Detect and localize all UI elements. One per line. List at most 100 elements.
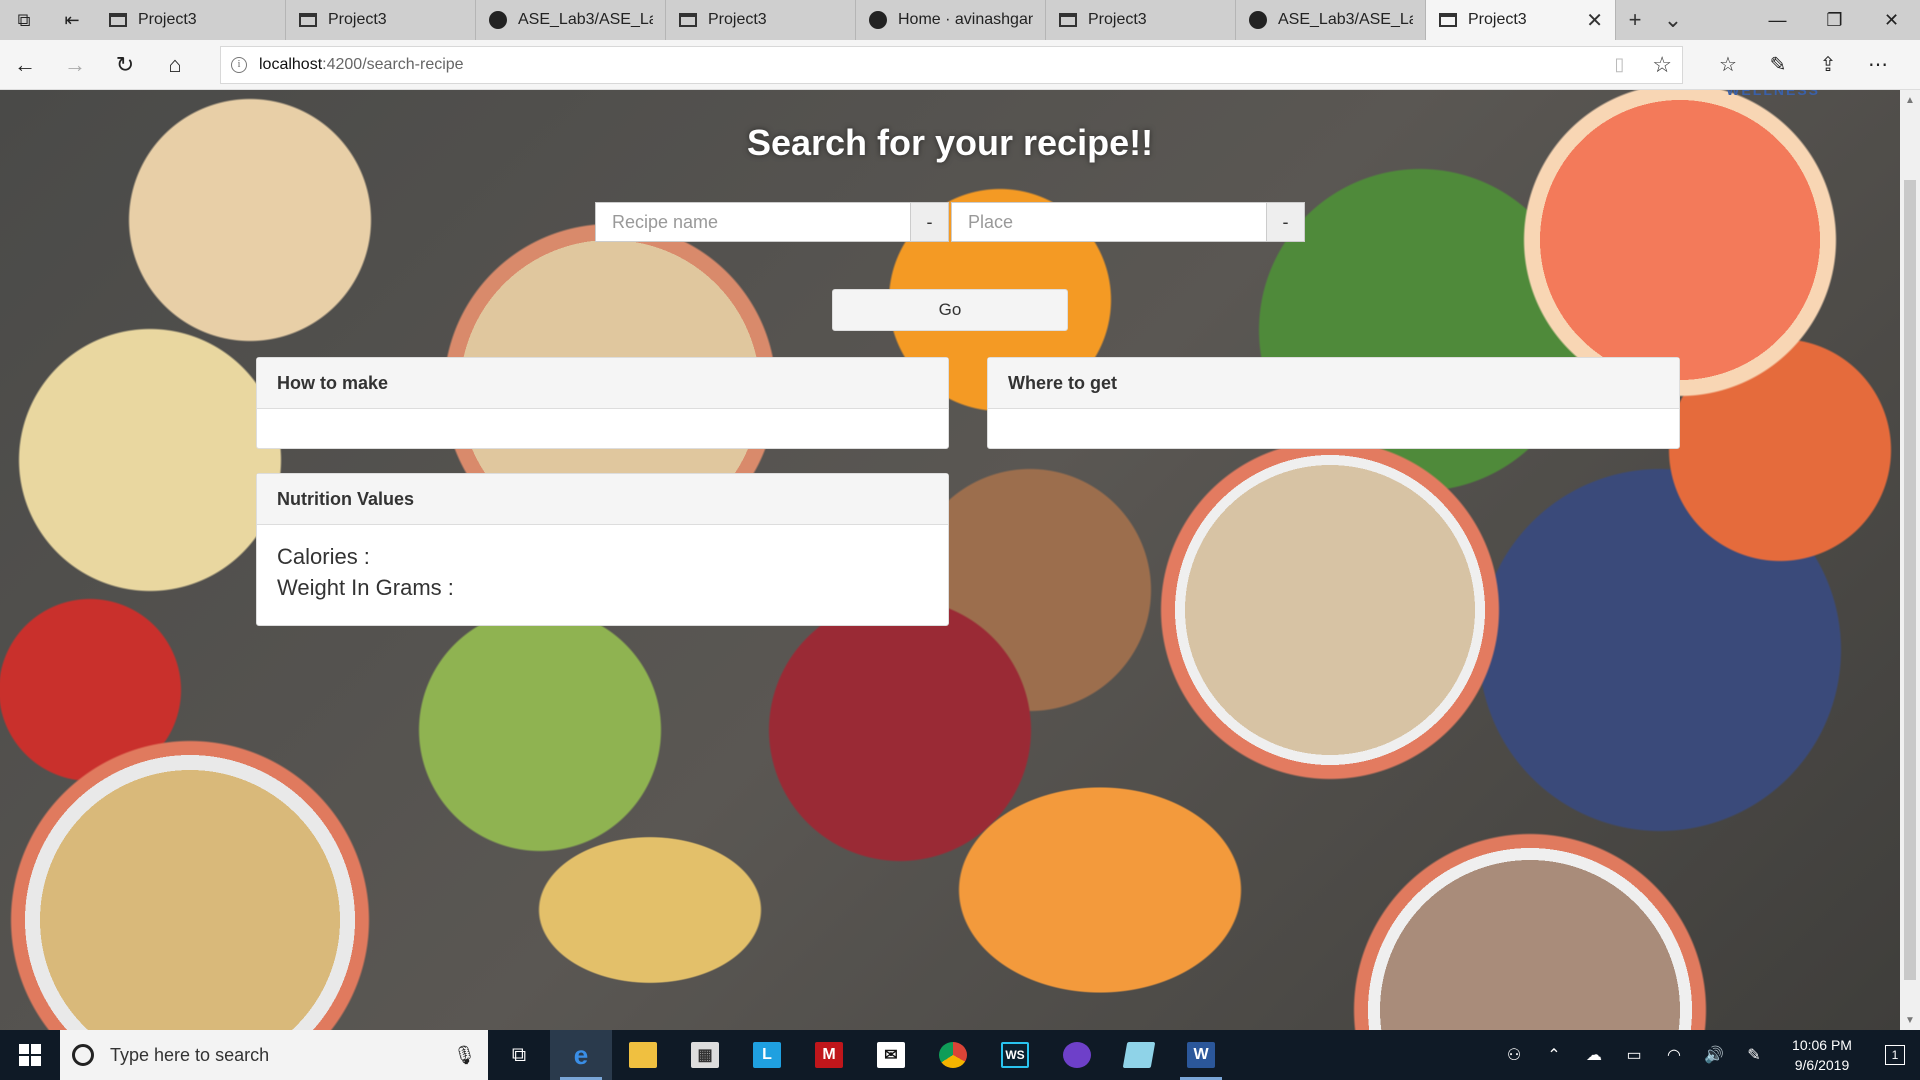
back-arrow-icon[interactable]: ←: [0, 40, 50, 90]
recipe-search-group: -: [595, 202, 949, 242]
battery-icon[interactable]: ▭: [1614, 1045, 1654, 1065]
browser-tab[interactable]: Project3: [666, 0, 856, 40]
new-tab-icon[interactable]: +: [1616, 0, 1654, 40]
tab-label: Project3: [1088, 11, 1147, 28]
notes-app-icon[interactable]: [1108, 1030, 1170, 1080]
mcafee-icon[interactable]: M: [798, 1030, 860, 1080]
nutrition-panel: Nutrition Values Calories : Weight In Gr…: [256, 473, 949, 626]
store-icon[interactable]: ▦: [674, 1030, 736, 1080]
panel-heading: How to make: [257, 358, 948, 409]
pen-ink-icon[interactable]: ✎: [1734, 1045, 1774, 1065]
how-to-make-panel: How to make: [256, 357, 949, 449]
site-info-icon[interactable]: i: [231, 56, 247, 73]
onedrive-cloud-icon[interactable]: ☁: [1574, 1045, 1614, 1065]
windows-taskbar: Type here to search 🎙 ⧉ e ▦ L M ✉ WS W ⚇…: [0, 1030, 1920, 1080]
scroll-thumb[interactable]: [1904, 180, 1916, 980]
tab-label: ASE_Lab3/ASE_Lab3: [1278, 11, 1413, 28]
people-icon[interactable]: ⚇: [1494, 1045, 1534, 1065]
browser-tab[interactable]: ASE_Lab3/ASE_Lab3: [476, 0, 666, 40]
browser-tab[interactable]: ASE_Lab3/ASE_Lab3: [1236, 0, 1426, 40]
refresh-icon[interactable]: ↻: [100, 40, 150, 90]
url-host: localhost: [259, 55, 323, 73]
chevron-up-icon[interactable]: ⌃: [1534, 1045, 1574, 1065]
calories-label: Calories :: [277, 544, 370, 569]
recipe-addon: -: [911, 202, 949, 242]
page-viewport: WELLNESS Search for your recipe!! - - Go…: [0, 90, 1900, 1030]
home-icon[interactable]: ⌂: [150, 40, 200, 90]
system-tray: ⚇ ⌃ ☁ ▭ ◠ 🔊 ✎ 10:06 PM 9/6/2019 1: [1494, 1030, 1920, 1080]
browser-tab-strip: ⧉ ⇤ Project3 Project3 ASE_Lab3/ASE_Lab3 …: [0, 0, 1920, 40]
l-app-icon[interactable]: L: [736, 1030, 798, 1080]
forward-arrow-icon[interactable]: →: [50, 40, 100, 90]
chrome-icon[interactable]: [922, 1030, 984, 1080]
github-desktop-icon[interactable]: [1046, 1030, 1108, 1080]
restore-icon[interactable]: ❐: [1806, 0, 1863, 40]
tab-label: Project3: [1468, 11, 1527, 28]
tab-label: Project3: [328, 11, 387, 28]
where-to-get-panel: Where to get: [987, 357, 1680, 449]
corner-brand-text: WELLNESS: [1726, 90, 1820, 98]
browser-tab-active[interactable]: Project3 ✕: [1426, 0, 1616, 40]
wifi-icon[interactable]: ◠: [1654, 1045, 1694, 1065]
address-bar[interactable]: i localhost:4200/search-recipe ▯ ☆: [220, 45, 1683, 84]
taskbar-search-placeholder: Type here to search: [110, 1044, 270, 1065]
clock-date: 9/6/2019: [1794, 1057, 1850, 1073]
place-search-group: -: [951, 202, 1305, 242]
page-icon: [678, 12, 698, 28]
github-icon: [1248, 11, 1268, 29]
windows-start-icon[interactable]: [0, 1030, 60, 1080]
tab-label: Home · avinashgan: [898, 11, 1033, 28]
weight-label: Weight In Grams :: [277, 575, 454, 600]
set-aside-tabs-icon[interactable]: ⇤: [48, 0, 96, 40]
github-icon: [488, 11, 508, 29]
close-tab-icon[interactable]: ✕: [1586, 8, 1603, 33]
mail-icon[interactable]: ✉: [860, 1030, 922, 1080]
file-explorer-icon[interactable]: [612, 1030, 674, 1080]
minimize-icon[interactable]: —: [1749, 0, 1806, 40]
browser-tab[interactable]: Home · avinashgan: [856, 0, 1046, 40]
browser-toolbar: ← → ↻ ⌂ i localhost:4200/search-recipe ▯…: [0, 40, 1920, 90]
page-icon: [1058, 12, 1078, 28]
share-icon[interactable]: ⇪: [1803, 40, 1853, 90]
microphone-icon[interactable]: 🎙: [453, 1045, 476, 1066]
notification-center-icon[interactable]: 1: [1870, 1045, 1920, 1065]
place-input[interactable]: [951, 202, 1267, 242]
browser-tab[interactable]: Project3: [286, 0, 476, 40]
url-path: :4200/search-recipe: [322, 55, 464, 73]
scroll-up-icon[interactable]: ▲: [1900, 90, 1920, 110]
webstorm-icon[interactable]: WS: [984, 1030, 1046, 1080]
tab-label: Project3: [138, 11, 197, 28]
browser-tab[interactable]: Project3: [1046, 0, 1236, 40]
edge-icon[interactable]: e: [550, 1030, 612, 1080]
word-icon[interactable]: W: [1170, 1030, 1232, 1080]
url-text[interactable]: localhost:4200/search-recipe: [259, 56, 464, 74]
page-icon: [108, 12, 128, 28]
volume-icon[interactable]: 🔊: [1694, 1045, 1734, 1065]
nutrition-body: Calories : Weight In Grams :: [257, 525, 948, 619]
recipe-name-input[interactable]: [595, 202, 911, 242]
page-icon: [298, 12, 318, 28]
browser-tab[interactable]: Project3: [96, 0, 286, 40]
chevron-down-icon[interactable]: ⌄: [1654, 0, 1692, 40]
scroll-down-icon[interactable]: ▼: [1900, 1010, 1920, 1030]
favorites-list-icon[interactable]: ☆: [1703, 40, 1753, 90]
go-button[interactable]: Go: [832, 289, 1068, 331]
panel-heading: Where to get: [988, 358, 1679, 409]
tab-label: ASE_Lab3/ASE_Lab3: [518, 11, 653, 28]
task-view-icon[interactable]: ⧉: [488, 1030, 550, 1080]
pen-icon[interactable]: ✎: [1753, 40, 1803, 90]
more-icon[interactable]: ⋯: [1853, 40, 1903, 90]
close-window-icon[interactable]: ✕: [1863, 0, 1920, 40]
page-title: Search for your recipe!!: [746, 122, 1154, 163]
page-scrollbar[interactable]: ▲ ▼: [1900, 90, 1920, 1030]
reading-view-icon[interactable]: ▯: [1614, 54, 1624, 75]
favorite-star-icon[interactable]: ☆: [1652, 52, 1672, 78]
tab-preview-icon[interactable]: ⧉: [0, 0, 48, 40]
taskbar-search-box[interactable]: Type here to search 🎙: [60, 1030, 488, 1080]
notification-count: 1: [1884, 1045, 1906, 1065]
github-icon: [868, 11, 888, 29]
place-addon: -: [1267, 202, 1305, 242]
clock[interactable]: 10:06 PM 9/6/2019: [1774, 1035, 1870, 1075]
tab-label: Project3: [708, 11, 767, 28]
cortana-icon: [72, 1044, 94, 1066]
